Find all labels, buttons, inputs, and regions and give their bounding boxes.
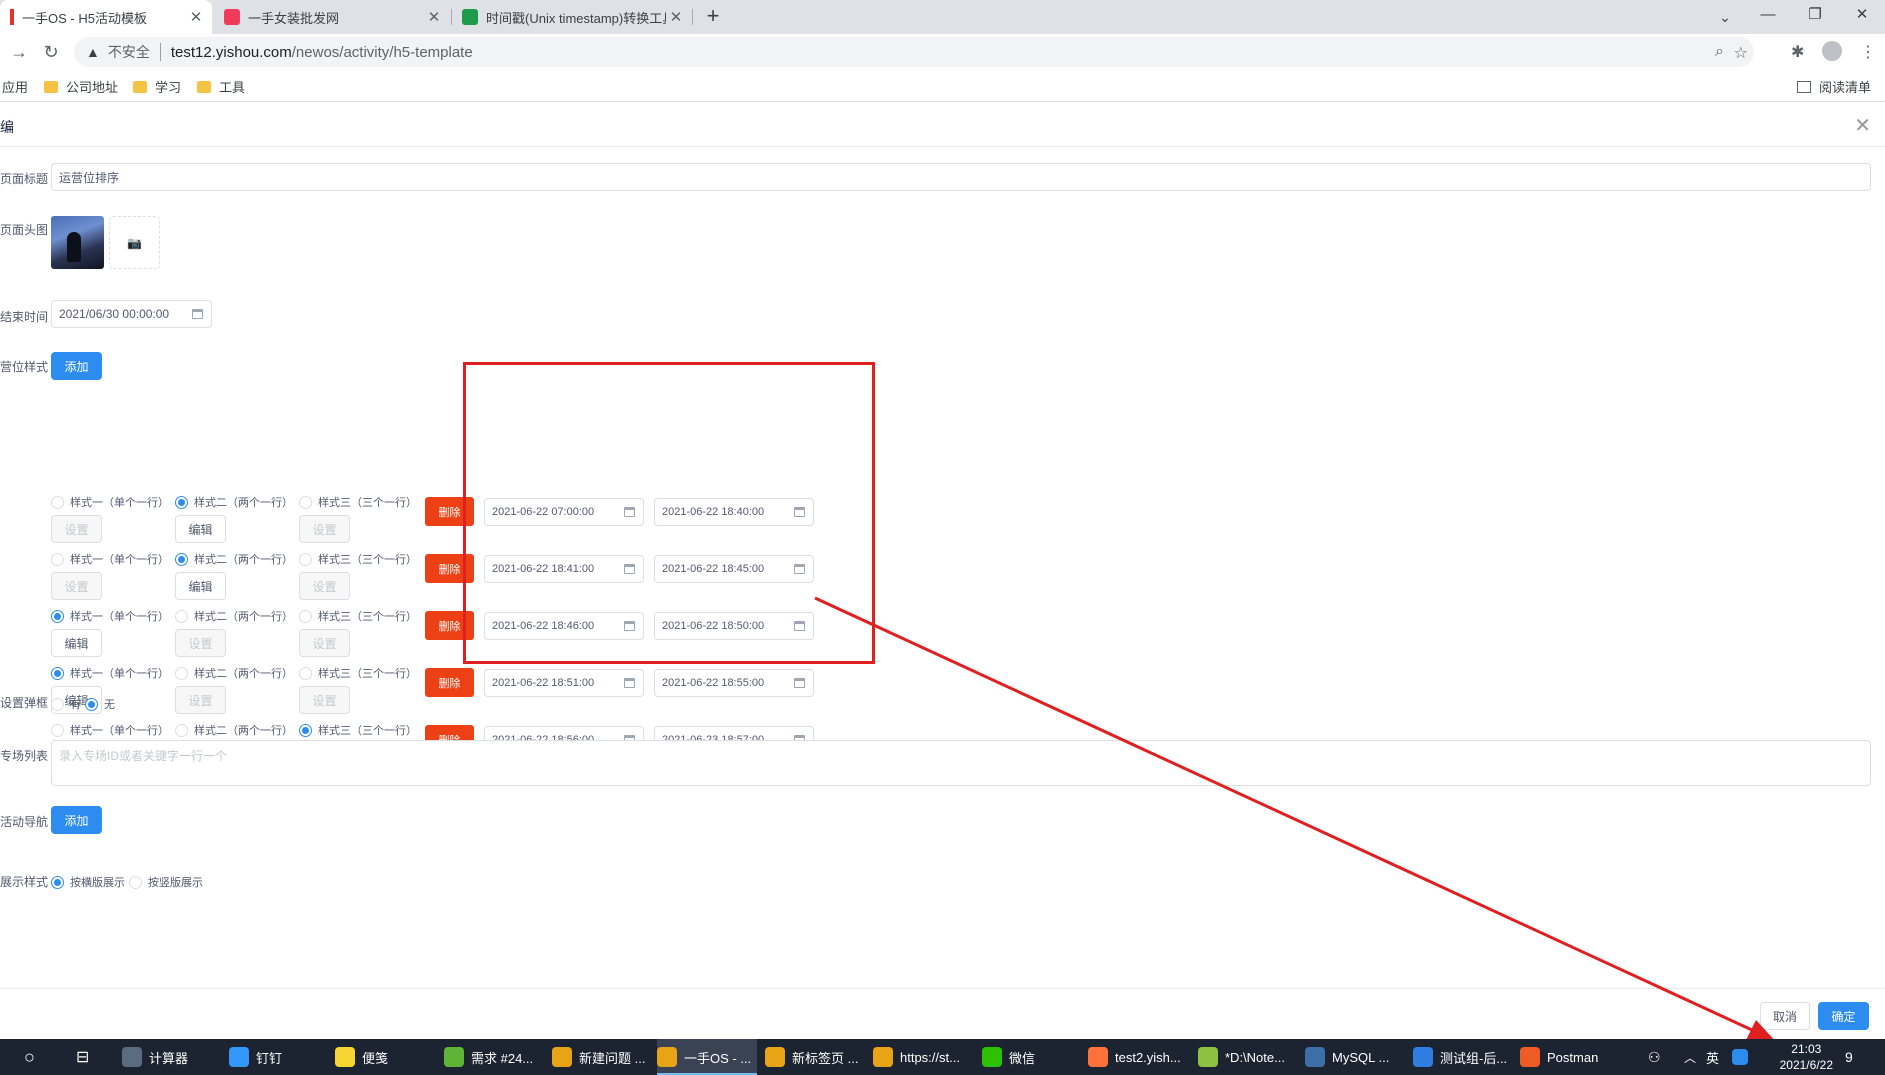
taskbar-app-button[interactable]: Postman — [1520, 1039, 1620, 1075]
app-label: Postman — [1547, 1049, 1599, 1065]
app-icon — [657, 1047, 677, 1067]
app-icon — [1520, 1047, 1540, 1067]
people-icon[interactable]: ⚇ — [1648, 1039, 1661, 1075]
taskbar-app-button[interactable]: 新标签页 ... — [765, 1039, 865, 1075]
windows-taskbar: ○ ⊟ 计算器 钉钉 便笺 需求 #24... 新建问题 ... 一手OS - ... 新标… — [0, 1039, 1885, 1075]
taskbar-app-button[interactable]: 微信 — [982, 1039, 1078, 1075]
app-icon — [873, 1047, 893, 1067]
taskbar-app-button[interactable]: 新建问题 ... — [552, 1039, 652, 1075]
clock-time: 21:03 — [1791, 1042, 1822, 1056]
du-ime-icon — [1732, 1049, 1748, 1065]
tray-chevron-icon[interactable]: ︿ — [1684, 1039, 1696, 1075]
system-clock[interactable]: 21:03 2021/6/22 — [1780, 1041, 1833, 1073]
app-label: https://st... — [900, 1049, 960, 1065]
app-icon — [552, 1047, 572, 1067]
task-view-icon[interactable]: ⊟ — [76, 1039, 89, 1075]
app-label: 一手OS - ... — [684, 1050, 752, 1066]
start-search-icon[interactable]: ○ — [24, 1039, 35, 1075]
taskbar-app-button[interactable]: 一手OS - ... — [657, 1039, 757, 1075]
app-icon — [444, 1047, 464, 1067]
app-label: 便笺 — [362, 1050, 389, 1066]
taskbar-app-button[interactable]: 计算器 — [122, 1039, 222, 1075]
app-label: 测试组-后... — [1440, 1050, 1508, 1066]
app-icon — [1305, 1047, 1325, 1067]
app-icon — [1088, 1047, 1108, 1067]
app-label: 新建问题 ... — [579, 1050, 646, 1066]
app-label: test2.yish... — [1115, 1049, 1181, 1065]
app-label: 需求 #24... — [471, 1050, 534, 1066]
app-icon — [982, 1047, 1002, 1067]
annotation-arrow — [814, 596, 1778, 1044]
app-icon — [122, 1047, 142, 1067]
taskbar-app-button[interactable]: 需求 #24... — [444, 1039, 544, 1075]
taskbar-app-button[interactable]: https://st... — [873, 1039, 973, 1075]
app-icon — [1198, 1047, 1218, 1067]
taskbar-app-button[interactable]: 便笺 — [335, 1039, 435, 1075]
taskbar-app-button[interactable]: 测试组-后... — [1413, 1039, 1517, 1075]
input-method-icon[interactable] — [1732, 1039, 1755, 1075]
app-label: 微信 — [1009, 1050, 1036, 1066]
ime-indicator[interactable]: 英 — [1706, 1039, 1719, 1075]
clock-date: 2021/6/22 — [1779, 1058, 1833, 1072]
app-label: MySQL ... — [1332, 1049, 1390, 1065]
app-icon — [1413, 1047, 1433, 1067]
app-icon — [335, 1047, 355, 1067]
app-label: *D:\Note... — [1225, 1049, 1285, 1065]
taskbar-app-button[interactable]: MySQL ... — [1305, 1039, 1409, 1075]
taskbar-app-button[interactable]: test2.yish... — [1088, 1039, 1192, 1075]
arrow-line — [814, 596, 1766, 1038]
taskbar-app-button[interactable]: *D:\Note... — [1198, 1039, 1302, 1075]
notification-count: 9 — [1845, 1049, 1853, 1065]
app-label: 钉钉 — [256, 1050, 283, 1066]
app-label: 计算器 — [149, 1050, 189, 1066]
taskbar-app-button[interactable]: 钉钉 — [229, 1039, 325, 1075]
app-icon — [229, 1047, 249, 1067]
notification-center-icon[interactable]: 9 — [1845, 1039, 1853, 1075]
app-icon — [765, 1047, 785, 1067]
app-label: 新标签页 ... — [792, 1050, 859, 1066]
